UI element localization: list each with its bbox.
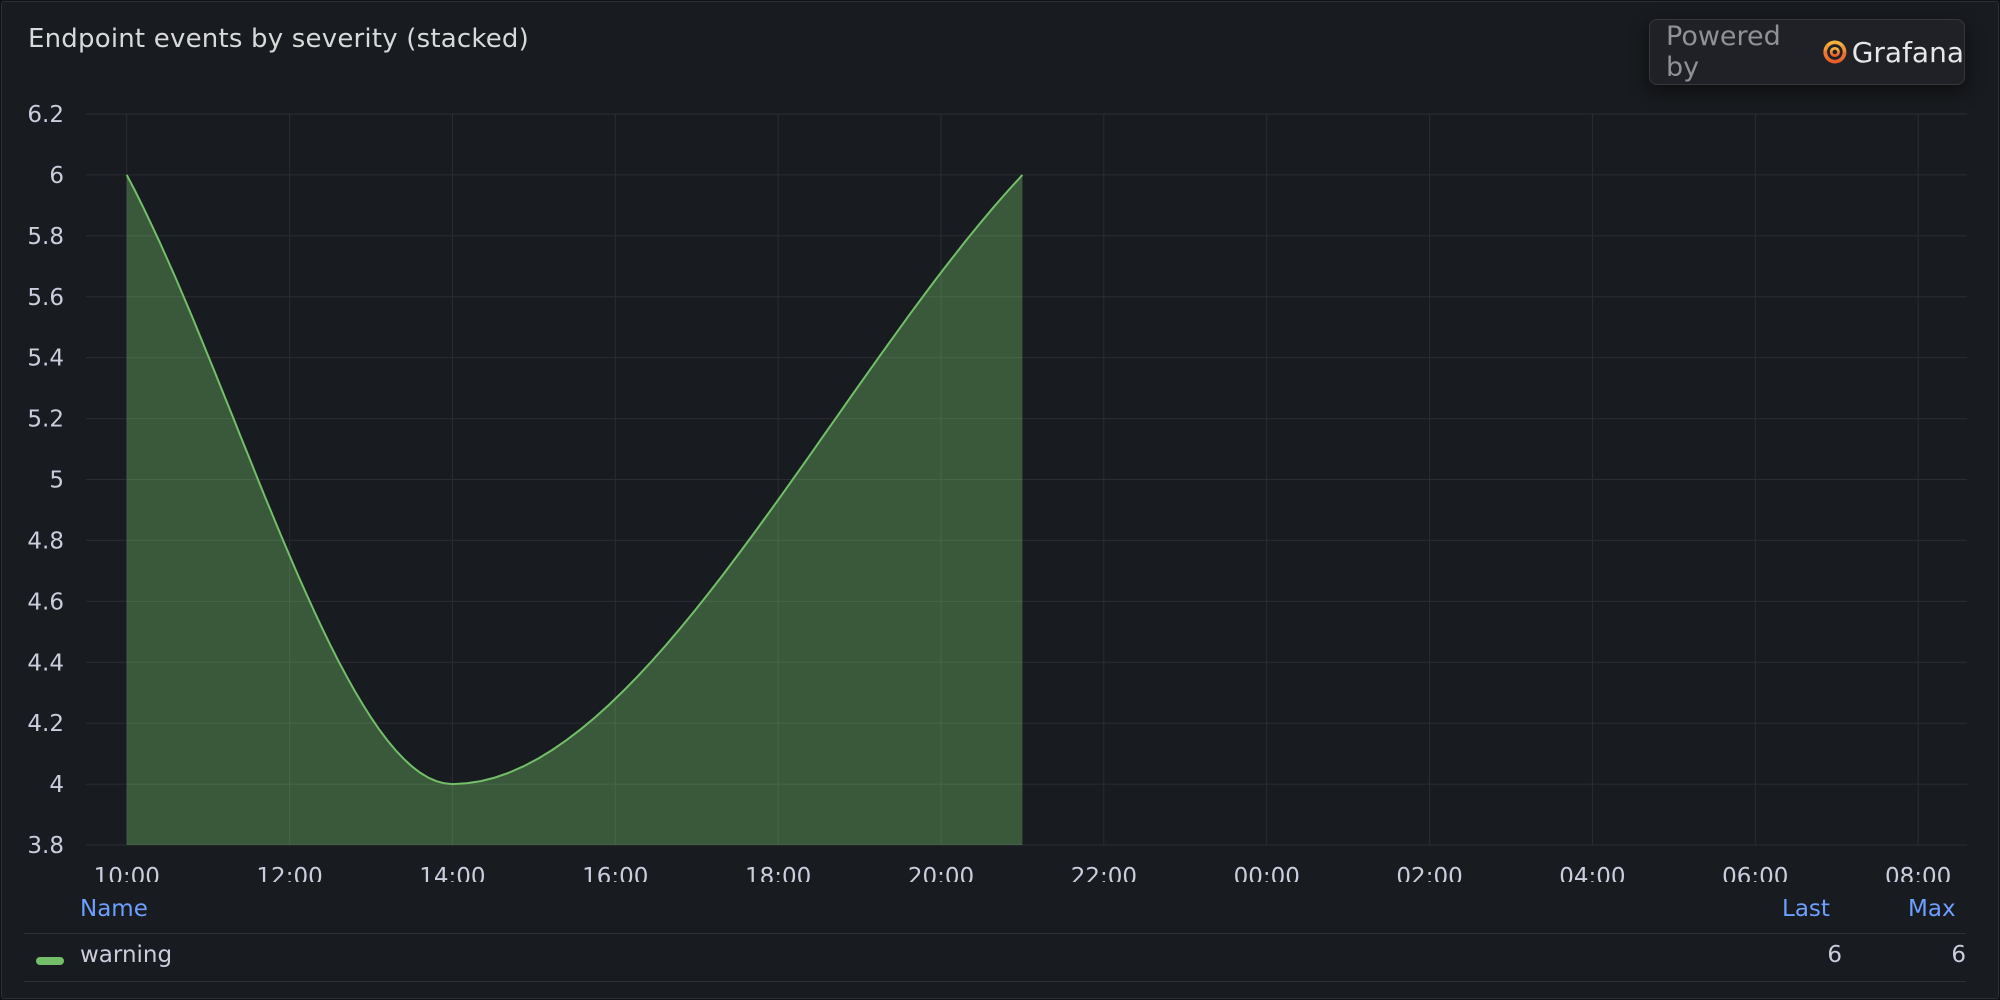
y-tick-label: 3.8 <box>27 833 64 859</box>
legend-header-last[interactable]: Last <box>1782 896 1830 922</box>
x-tick-label: 20:00 <box>908 864 974 882</box>
y-tick-label: 4 <box>49 772 64 798</box>
legend-header-name[interactable]: Name <box>80 896 148 922</box>
y-tick-label: 5.8 <box>27 224 64 250</box>
y-tick-label: 5 <box>49 468 64 494</box>
timeseries-chart[interactable]: 3.8 4 4.2 4.4 4.6 4.8 5 5.2 5.4 5.6 5.8 6 6.2 10:00 12… <box>2 2 2000 882</box>
legend-row[interactable]: warning 6 6 <box>2 934 2000 980</box>
x-tick-label: 12:00 <box>256 864 322 882</box>
legend-divider-bottom <box>24 981 1966 982</box>
series-area-warning <box>126 174 1023 845</box>
legend-series-max: 6 <box>1951 942 1966 968</box>
chart-panel: Endpoint events by severity (stacked) Po… <box>1 1 1999 999</box>
x-tick-label: 18:00 <box>745 864 811 882</box>
x-tick-label: 14:00 <box>419 864 485 882</box>
y-tick-label: 6 <box>49 163 64 189</box>
y-tick-label: 6.2 <box>27 102 64 128</box>
x-tick-label: 00:00 <box>1234 864 1300 882</box>
y-tick-label: 4.6 <box>27 589 64 615</box>
y-tick-label: 5.4 <box>27 346 64 372</box>
x-tick-label: 08:00 <box>1885 864 1951 882</box>
y-tick-label: 4.4 <box>27 650 64 676</box>
y-tick-label: 5.6 <box>27 285 64 311</box>
x-tick-label: 02:00 <box>1396 864 1462 882</box>
y-tick-label: 5.2 <box>27 407 64 433</box>
y-tick-label: 4.2 <box>27 711 64 737</box>
x-tick-label: 22:00 <box>1071 864 1137 882</box>
x-tick-label: 06:00 <box>1722 864 1788 882</box>
legend-series-last: 6 <box>1827 942 1842 968</box>
legend-series-name[interactable]: warning <box>80 942 172 968</box>
y-tick-label: 4.8 <box>27 528 64 554</box>
x-tick-label: 16:00 <box>582 864 648 882</box>
series-color-swatch[interactable] <box>36 957 64 965</box>
legend-header-max[interactable]: Max <box>1908 896 1956 922</box>
x-tick-label: 10:00 <box>94 864 160 882</box>
x-tick-label: 04:00 <box>1559 864 1625 882</box>
